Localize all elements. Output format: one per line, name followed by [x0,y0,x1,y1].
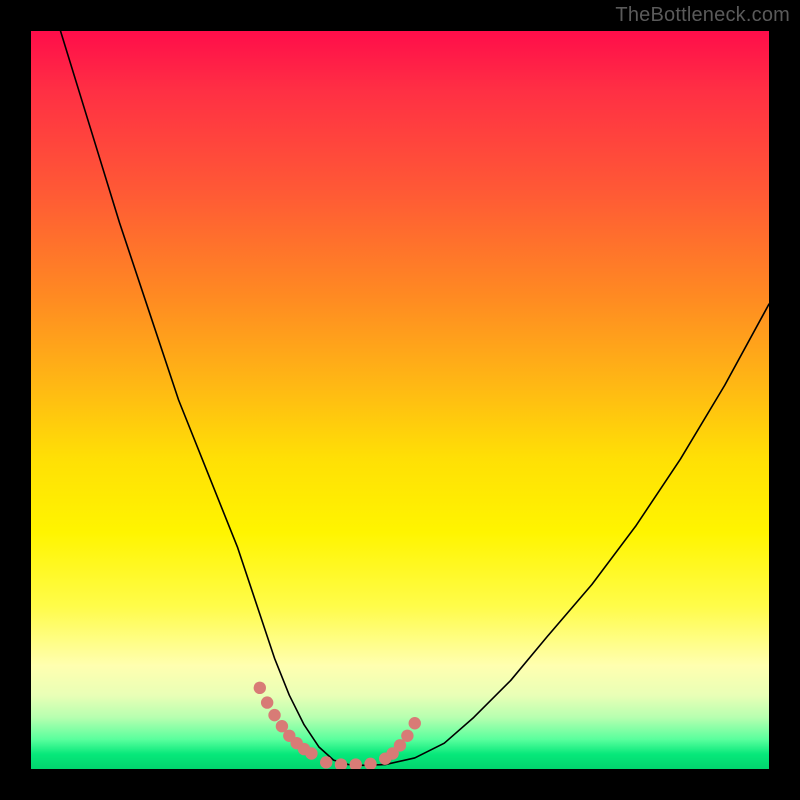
marker-dot [261,696,273,708]
chart-canvas: TheBottleneck.com [0,0,800,800]
marker-dot [305,747,317,759]
marker-dot [254,682,266,694]
plot-area [31,31,769,769]
marker-dot [401,730,413,742]
marker-dot [335,758,347,769]
bottleneck-curve [61,31,769,765]
marker-dot [409,717,421,729]
marker-dot [364,758,376,769]
chart-svg [31,31,769,769]
highlight-markers [254,682,421,769]
marker-dot [320,756,332,768]
marker-dot [350,758,362,769]
watermark-text: TheBottleneck.com [615,4,790,27]
marker-dot [268,709,280,721]
